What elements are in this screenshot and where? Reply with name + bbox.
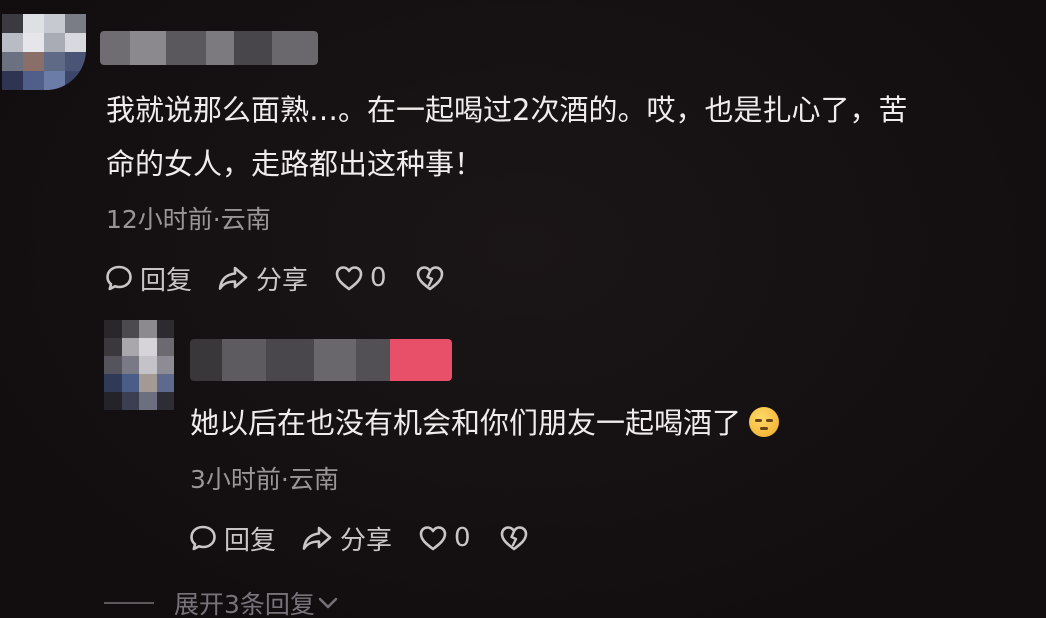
username-blurred[interactable]: [190, 339, 452, 381]
like-button[interactable]: 0: [334, 263, 387, 293]
reply-button[interactable]: 回复: [104, 260, 192, 297]
comment-thread: 我就说那么面熟…。在一起喝过2次酒的。哎，也是扎心了，苦 命的女人，走路都出这种…: [0, 0, 1046, 618]
divider-dash: [104, 602, 154, 604]
share-label: 分享: [256, 265, 309, 296]
speech-bubble-icon: [190, 525, 216, 551]
expressionless-face-emoji: [749, 407, 780, 437]
heart-outline-icon: [335, 266, 363, 291]
reply-label: 回复: [140, 265, 193, 296]
reply-label: 回复: [224, 525, 277, 556]
comment-actions: 回复 分享 0: [104, 258, 445, 298]
like-count: 0: [454, 523, 471, 553]
broken-heart-icon: [416, 266, 443, 291]
chevron-down-icon: [318, 597, 338, 609]
reply-button[interactable]: 回复: [188, 520, 276, 557]
speech-bubble-icon: [106, 265, 132, 291]
comment-timestamp-location: 12小时前·云南: [106, 205, 271, 234]
comment-timestamp-location: 3小时前·云南: [190, 465, 339, 494]
share-button[interactable]: 分享: [300, 520, 392, 557]
dislike-button[interactable]: [415, 264, 445, 292]
comment-text: 她以后在也没有机会和你们朋友一起喝酒了: [190, 396, 780, 450]
share-arrow-icon: [218, 266, 248, 290]
expand-replies-label: 展开3条回复: [174, 590, 315, 618]
avatar[interactable]: [104, 320, 174, 410]
share-label: 分享: [340, 525, 393, 556]
dislike-button[interactable]: [499, 524, 529, 552]
like-count: 0: [370, 263, 387, 293]
expand-replies-button[interactable]: 展开3条回复: [104, 585, 339, 618]
username-blurred[interactable]: [100, 31, 318, 65]
heart-outline-icon: [419, 526, 447, 551]
share-arrow-icon: [302, 526, 332, 550]
share-button[interactable]: 分享: [216, 260, 308, 297]
comment-text: 我就说那么面熟…。在一起喝过2次酒的。哎，也是扎心了，苦: [106, 93, 908, 127]
like-button[interactable]: 0: [418, 523, 471, 553]
comment-text: 命的女人，走路都出这种事！: [106, 147, 484, 181]
avatar[interactable]: [2, 14, 86, 90]
comment-actions: 回复 分享 0: [188, 518, 529, 558]
comment-text-content: 她以后在也没有机会和你们朋友一起喝酒了: [190, 406, 742, 440]
broken-heart-icon: [500, 526, 527, 551]
